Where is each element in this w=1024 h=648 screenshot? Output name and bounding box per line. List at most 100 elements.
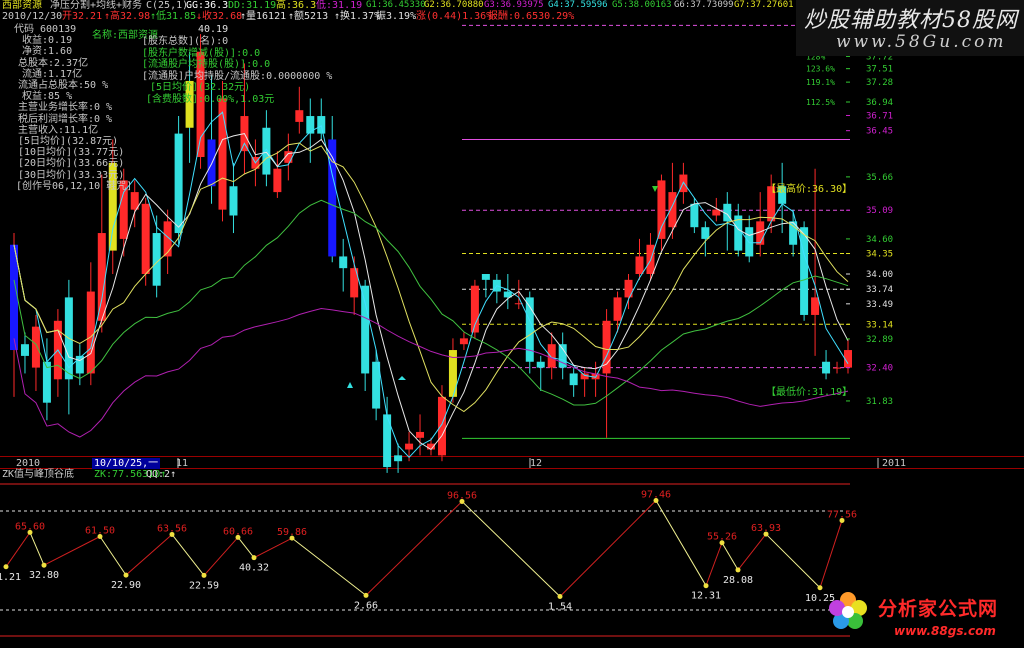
date-axis: 2010 10/10/25,一 11 12 2011	[0, 458, 1024, 469]
candle-body	[416, 431, 425, 438]
ma3-line	[13, 111, 849, 459]
date-cursor[interactable]: 10/10/25,一	[92, 458, 161, 469]
zigzag-segment	[29, 532, 45, 566]
candle-body	[800, 227, 809, 315]
trough-value-label: 2.66	[354, 600, 378, 611]
peak-value-label: 97.46	[641, 490, 671, 501]
price-scale-label: 32.89	[866, 335, 893, 345]
candle-body	[295, 110, 304, 122]
amount: ↑额5213	[288, 11, 329, 22]
peak-price-label: 40.19	[198, 24, 229, 35]
zigzag-point	[703, 583, 709, 589]
zigzag-segment	[291, 537, 367, 596]
candle-body	[833, 367, 842, 369]
candle-body	[86, 291, 95, 374]
g6-value: G6:37.73099	[674, 0, 734, 10]
flower-icon	[829, 592, 867, 629]
zigzag-point	[201, 572, 207, 578]
zigzag-segment	[171, 534, 205, 576]
trough-value-label: 32.80	[29, 570, 59, 581]
zigzag-segment	[99, 536, 127, 576]
candle-body	[635, 256, 644, 274]
popup-ma5: [5日均价](32.32元)	[150, 82, 251, 93]
trough-value-label: 31.21	[0, 572, 21, 583]
price-scale-label: 36.94	[866, 98, 893, 108]
info-ma20-price: [20日均价](33.66元)	[18, 158, 125, 170]
zigzag-segment	[655, 500, 707, 586]
price-scale-label: 33.74	[866, 285, 893, 295]
indicator-name: ZK值与峰顶谷底	[2, 469, 75, 480]
low-price: ↑低31.85	[150, 11, 197, 22]
ma40-line	[13, 307, 849, 438]
candle-body	[31, 326, 40, 368]
info-total-shares: 总股本:2.37亿	[18, 57, 89, 69]
zigzag-point	[251, 555, 257, 561]
peak-value-label: 65.60	[15, 521, 45, 532]
candle-body	[361, 285, 370, 374]
peak-value-label: 61.50	[85, 526, 115, 537]
peak-value-label: 55.26	[707, 532, 737, 543]
sell-signal-arrow	[347, 382, 353, 388]
info-eps: 收益:0.19	[22, 35, 73, 47]
popup-holder-change: [股东户数增减(股)]:0.0	[142, 47, 261, 59]
site-logo-88gs: 分析家公式网 www.88gs.com	[822, 588, 1024, 648]
zigzag-point	[363, 592, 369, 598]
change: 涨(0.44)1.36%	[416, 11, 493, 22]
g5-value: G5:38.00163	[612, 0, 672, 10]
candle-body	[701, 227, 710, 239]
stock-name: 西部资源	[2, 0, 42, 11]
zigzag-segment	[43, 536, 101, 566]
zigzag-segment	[721, 542, 739, 571]
indicator-header: ZK值与峰顶谷底 ZK:77.56310↑ QQ:2↑	[0, 469, 600, 481]
trough-value-label: 22.90	[111, 580, 141, 591]
price-scale-label: 37.28	[866, 78, 893, 88]
ma5-line	[13, 133, 849, 451]
zigzag-segment	[559, 500, 657, 597]
g7-value: G7:37.27601	[734, 0, 794, 10]
candle-body	[229, 186, 238, 216]
date-nov: 11	[176, 458, 189, 469]
trough-value-label: 28.08	[723, 575, 753, 586]
buy-signal-arrow	[652, 186, 658, 192]
highest-price-label: 【最高价:36.30】	[766, 184, 853, 195]
info-equity: 权益:85 %	[22, 91, 73, 103]
price-scale-label: 35.09	[866, 206, 893, 216]
candle-body	[822, 361, 831, 374]
zigzag-segment	[5, 532, 31, 568]
fib-percent-label: 112.5%	[806, 98, 835, 107]
gg-value: GG:36.3	[186, 0, 229, 11]
candle-body	[97, 233, 106, 321]
indicator-qq: QQ:2↑	[146, 469, 177, 480]
candle-body	[811, 297, 820, 315]
fib-percent-label: 123.6%	[806, 65, 835, 74]
zigzag-segment	[737, 533, 767, 571]
zigzag-point	[123, 572, 129, 578]
amplitude: 振3.19%	[376, 11, 417, 22]
trough-value-label: 40.32	[239, 563, 269, 574]
g2-value: G2:36.70880	[424, 0, 484, 10]
price-scale-label: 35.66	[866, 173, 893, 183]
trough-value-label: 1.54	[548, 601, 572, 612]
trough-value-label: 22.59	[189, 580, 219, 591]
date-2010: 2010	[16, 458, 41, 469]
high-price: ↑高32.98	[104, 11, 151, 22]
g4-value: G4:37.59596	[548, 0, 608, 10]
candle-body	[481, 274, 490, 280]
candle-body	[569, 373, 578, 386]
info-float: 流通:1.17亿	[22, 68, 83, 80]
zigzag-segment	[203, 537, 239, 576]
price-scale-label: 34.00	[866, 270, 893, 280]
peak-value-label: 59.86	[277, 527, 307, 538]
info-code: 代码 600139	[14, 24, 77, 35]
date-dec: 12	[530, 458, 543, 469]
zigzag-point	[557, 593, 563, 599]
zigzag-point	[735, 567, 741, 573]
price-scale-label: 32.40	[866, 364, 893, 374]
info-author: [创作号06,12,10 鞋咒]	[16, 180, 133, 192]
candle-body	[141, 203, 150, 274]
candle-body	[437, 396, 446, 456]
g1-value: G1:36.45330	[366, 0, 426, 10]
candle-body	[657, 180, 666, 239]
quote-date: 2010/12/30	[2, 11, 63, 22]
brand-title: 炒股辅助教材58股网	[804, 8, 1018, 33]
